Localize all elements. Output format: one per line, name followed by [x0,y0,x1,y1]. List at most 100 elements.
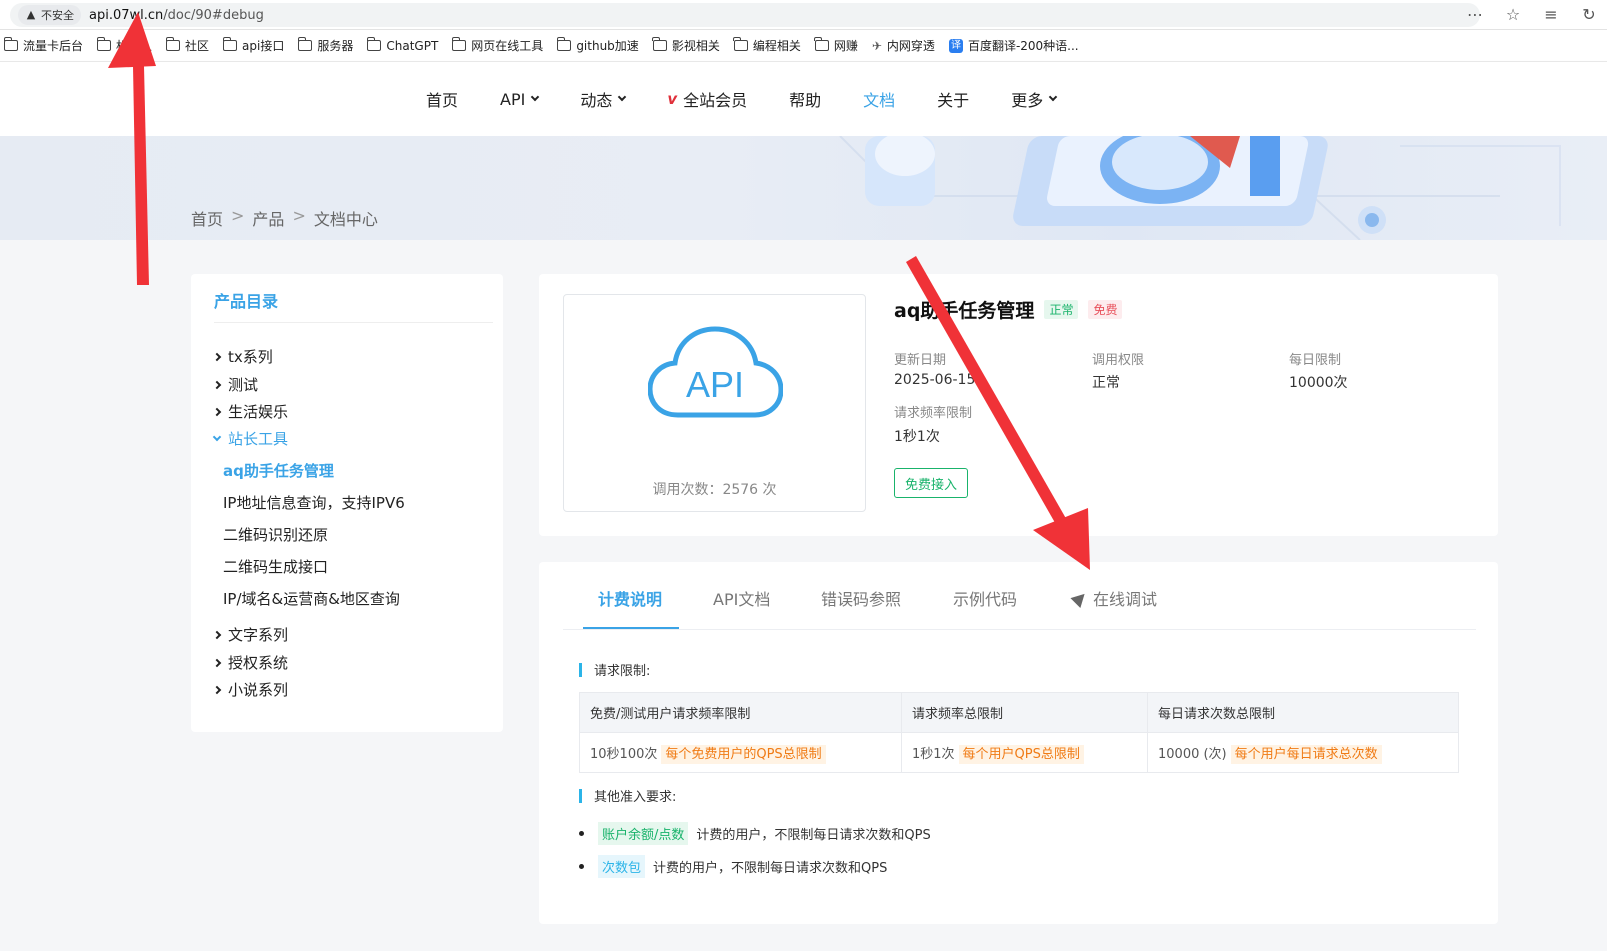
list-item: 账户余额/点数 计费的用户，不限制每日请求次数和QPS [579,822,931,845]
table-header-row: 免费/测试用户请求频率限制 请求频率总限制 每日请求次数总限制 [579,692,1459,733]
price-badge: 免费 [1088,300,1123,319]
cloud-api-icon: API [648,326,783,418]
folder-icon [451,37,467,51]
bookmark-item[interactable]: 服务器 [297,37,353,54]
nav-vip[interactable]: v 全站会员 [667,87,747,111]
bookmark-item[interactable]: 机器人 [96,37,152,54]
breadcrumb-home[interactable]: 首页 [191,206,223,230]
bookmark-item[interactable]: ChatGPT [366,37,438,53]
chevron-right-icon [212,685,222,694]
limits-table: 免费/测试用户请求频率限制 请求频率总限制 每日请求次数总限制 10秒100次每… [579,692,1459,773]
bookmark-item[interactable]: 网赚 [814,37,858,54]
folder-icon [3,37,18,51]
daily-limit-value: 10000次 [1289,375,1348,391]
sidebar-group-life[interactable]: 生活娱乐 [212,401,288,422]
tab-error-codes[interactable]: 错误码参照 [821,586,901,610]
sidebar-group-webmaster[interactable]: 站长工具 [212,428,288,449]
bookmark-item[interactable]: 网页在线工具 [451,37,543,54]
bullet [579,864,584,869]
tab-api-docs[interactable]: API文档 [713,586,770,610]
url-path: /doc/90#debug [163,7,264,23]
sidebar-item-ip-domain[interactable]: IP/域名&运营商&地区查询 [223,588,400,609]
nav-help[interactable]: 帮助 [789,87,821,111]
sidebar-group-tx[interactable]: tx系列 [212,346,273,367]
bookmarks-bar: 流量卡后台 机器人 社区 api接口 服务器 ChatGPT 网页在线工具 gi… [0,30,1607,62]
divider [214,322,493,323]
bookmark-item[interactable]: 社区 [165,37,209,54]
product-name: aq助手任务管理 [894,300,1035,322]
bookmark-item[interactable]: 流量卡后台 [3,37,83,54]
site-header: 首页 API 动态 v 全站会员 帮助 文档 关于 更多 [0,62,1607,136]
breadcrumb-separator: > [292,206,306,225]
sidebar-title: 产品目录 [214,292,279,311]
sidebar-group-test[interactable]: 测试 [212,374,258,395]
send-icon [1070,588,1090,608]
free-access-button[interactable]: 免费接入 [894,468,968,498]
table-header: 每日请求次数总限制 [1147,692,1459,733]
tab-sample-code[interactable]: 示例代码 [953,586,1017,610]
requirement-tag: 次数包 [598,855,646,878]
chevron-right-icon [212,407,222,416]
favorites-icon[interactable]: ≡ [1541,5,1561,24]
breadcrumb-product[interactable]: 产品 [252,206,284,230]
active-tab-indicator [583,627,679,629]
bookmark-item[interactable]: 译百度翻译-200种语... [948,37,1079,54]
doc-panel: 计费说明 API文档 错误码参照 示例代码 在线调试 请求限制: 免费/测试用户… [539,562,1498,924]
hero-banner: 首页 > 产品 > 文档中心 [0,136,1607,240]
call-count: 调用次数：2576 次 [652,482,777,498]
sidebar-group-auth[interactable]: 授权系统 [212,652,288,673]
nav-api[interactable]: API [500,90,540,109]
nav-news[interactable]: 动态 [580,87,627,111]
folder-icon [366,37,382,51]
update-date-value: 2025-06-15 [894,372,976,388]
api-logo-box: API 调用次数：2576 次 [563,294,866,512]
table-header: 请求频率总限制 [901,692,1148,733]
nav-home[interactable]: 首页 [426,87,458,111]
table-cell: 1秒1次 每个用户QPS总限制 [901,732,1148,773]
sidebar-item-qr-decode[interactable]: 二维码识别还原 [223,524,328,545]
folder-icon [297,37,313,51]
chevron-down-icon [531,92,540,102]
tab-billing[interactable]: 计费说明 [598,586,662,610]
sidebar-group-text[interactable]: 文字系列 [212,624,288,645]
heading-bar [579,788,582,803]
status-badge: 正常 [1044,300,1079,319]
url-host: api.07wl.cn [89,7,164,23]
folder-icon [652,37,667,51]
nav-about[interactable]: 关于 [937,87,969,111]
limit-note: 每个用户QPS总限制 [958,745,1084,764]
sidebar-group-novel[interactable]: 小说系列 [212,679,288,700]
section-heading-limits: 请求限制: [579,660,650,679]
daily-limit-label: 每日限制 [1289,353,1342,368]
bookmark-item[interactable]: github加速 [556,37,639,54]
tab-online-debug[interactable]: 在线调试 [1070,586,1157,610]
folder-icon [96,37,112,51]
permission-value: 正常 [1092,375,1120,391]
bookmark-item[interactable]: ✈ 内网穿透 [872,37,935,54]
product-title: aq助手任务管理 正常 免费 [894,296,1123,323]
dots-icon[interactable]: ⋯ [1465,5,1485,24]
folder-icon [733,37,748,51]
breadcrumb-doc-center: 文档中心 [313,210,378,229]
bookmark-item[interactable]: 影视相关 [652,37,720,54]
breadcrumb-separator: > [231,206,245,225]
nav-more[interactable]: 更多 [1011,87,1058,111]
main-nav: 首页 API 动态 v 全站会员 帮助 文档 关于 更多 [426,62,1098,136]
security-indicator[interactable]: ▲ 不安全 [18,5,81,25]
folder-icon [814,37,829,51]
sidebar-item-ip-info[interactable]: IP地址信息查询，支持IPV6 [223,492,405,513]
product-catalog-sidebar: 产品目录 tx系列 测试 生活娱乐 站长工具 aq助手任务管理 IP地址信息查询… [191,274,503,732]
star-icon[interactable]: ☆ [1503,5,1523,24]
refresh-icon[interactable]: ↻ [1579,5,1599,24]
freq-limit-label: 请求频率限制 [894,406,973,421]
chevron-right-icon [212,380,222,389]
sidebar-item-aq-task[interactable]: aq助手任务管理 [223,460,334,481]
tunnel-icon: ✈ [871,38,882,53]
requirement-tag: 账户余额/点数 [598,822,689,845]
bookmark-item[interactable]: 编程相关 [733,37,801,54]
bookmark-item[interactable]: api接口 [222,37,284,54]
sidebar-item-qr-generate[interactable]: 二维码生成接口 [223,556,328,577]
nav-docs[interactable]: 文档 [863,87,895,111]
browser-address-bar: ▲ 不安全 api.07wl.cn /doc/90#debug ⋯ ☆ ≡ ↻ [0,0,1607,30]
url-field[interactable]: ▲ 不安全 api.07wl.cn /doc/90#debug [10,3,1480,27]
